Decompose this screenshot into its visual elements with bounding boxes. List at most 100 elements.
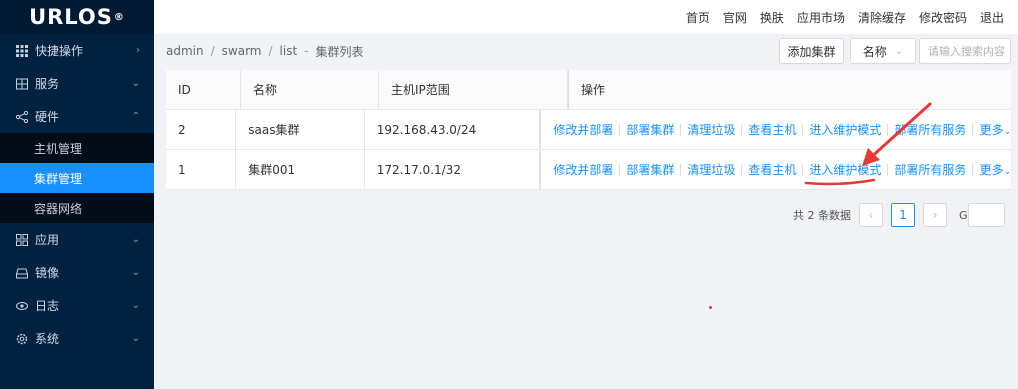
sidebar-item-cluster-management[interactable]: 集群管理 bbox=[0, 163, 154, 193]
chevron-down-icon: ⌄ bbox=[131, 78, 140, 89]
share-icon bbox=[15, 110, 29, 124]
next-page-button[interactable]: › bbox=[923, 203, 947, 227]
row-actions: 修改并部署 部署集群 清理垃圾 查看主机 进入维护模式 部署所有服务 更多⌄ bbox=[540, 110, 1011, 149]
chevron-left-icon: ‹ bbox=[868, 208, 874, 222]
sub-item-label: 容器网络 bbox=[34, 201, 83, 216]
sidebar-item-label: 系统 bbox=[35, 332, 60, 346]
breadcrumb-item: list bbox=[279, 44, 298, 58]
table-row: 2 saas集群 192.168.43.0/24 修改并部署 部署集群 清理垃圾… bbox=[166, 110, 1011, 150]
sidebar-item-quick[interactable]: 快捷操作 › bbox=[0, 34, 154, 67]
maintenance-mode-link[interactable]: 进入维护模式 bbox=[809, 161, 881, 178]
more-label: 更多 bbox=[979, 123, 1004, 137]
divider bbox=[619, 123, 621, 136]
clean-garbage-link[interactable]: 清理垃圾 bbox=[687, 161, 735, 178]
breadcrumb-item[interactable]: swarm bbox=[222, 44, 262, 58]
drive-icon bbox=[15, 266, 29, 280]
chevron-down-icon: ⌄ bbox=[131, 234, 140, 245]
chevron-down-icon: ⌄ bbox=[1003, 127, 1011, 137]
cell-id: 2 bbox=[166, 110, 237, 149]
sidebar-item-container-network[interactable]: 容器网络 bbox=[0, 193, 154, 223]
chevron-down-icon: ⌄ bbox=[1003, 167, 1011, 177]
sidebar-item-apps[interactable]: 应用 ⌄ bbox=[0, 223, 154, 256]
edit-deploy-link[interactable]: 修改并部署 bbox=[553, 161, 613, 178]
pagination: 共 2 条数据 ‹ 1 › Goto bbox=[793, 203, 985, 227]
sidebar: URLOS ® 快捷操作 › 服务 ⌄ 硬件 ⌃ 主机管理 集群管理 容器网络 应… bbox=[0, 0, 154, 389]
deploy-cluster-link[interactable]: 部署集群 bbox=[626, 121, 674, 138]
sidebar-item-label: 日志 bbox=[35, 299, 60, 313]
breadcrumb-separator: / bbox=[210, 44, 215, 58]
nav-link-skin[interactable]: 换肤 bbox=[760, 9, 784, 26]
deploy-all-services-link[interactable]: 部署所有服务 bbox=[894, 121, 966, 138]
more-label: 更多 bbox=[979, 163, 1004, 177]
view-hosts-link[interactable]: 查看主机 bbox=[748, 121, 796, 138]
cell-id: 1 bbox=[166, 150, 237, 189]
table-row: 1 集群001 172.17.0.1/32 修改并部署 部署集群 清理垃圾 查看… bbox=[166, 150, 1011, 190]
search-input[interactable] bbox=[919, 38, 1011, 64]
logo-text: URLOS bbox=[29, 5, 113, 29]
breadcrumb-dash: - bbox=[304, 44, 309, 58]
nav-link-official-site[interactable]: 官网 bbox=[723, 9, 747, 26]
chevron-up-icon: ⌃ bbox=[131, 111, 140, 122]
divider bbox=[802, 123, 804, 136]
nav-link-app-market[interactable]: 应用市场 bbox=[797, 9, 845, 26]
sidebar-item-label: 镜像 bbox=[35, 266, 60, 280]
total-count: 共 2 条数据 bbox=[793, 209, 851, 222]
column-header-ip-range: 主机IP范围 bbox=[379, 70, 568, 109]
divider bbox=[802, 163, 804, 176]
divider bbox=[972, 163, 974, 176]
sidebar-item-host-management[interactable]: 主机管理 bbox=[0, 133, 154, 163]
sidebar-item-images[interactable]: 镜像 ⌄ bbox=[0, 256, 154, 289]
add-cluster-label: 添加集群 bbox=[787, 44, 836, 59]
divider bbox=[680, 163, 682, 176]
search-field-select[interactable]: 名称 ⌄ bbox=[850, 38, 916, 64]
chevron-down-icon: ⌄ bbox=[894, 45, 904, 57]
cell-ip-range: 172.17.0.1/32 bbox=[365, 150, 541, 189]
divider bbox=[972, 123, 974, 136]
deploy-cluster-link[interactable]: 部署集群 bbox=[626, 161, 674, 178]
more-link[interactable]: 更多⌄ bbox=[979, 161, 1011, 178]
sidebar-item-label: 快捷操作 bbox=[35, 44, 84, 58]
apps-icon bbox=[15, 233, 29, 247]
sidebar-item-logs[interactable]: 日志 ⌄ bbox=[0, 289, 154, 322]
more-link[interactable]: 更多⌄ bbox=[979, 121, 1011, 138]
nav-link-clear-cache[interactable]: 清除缓存 bbox=[858, 9, 906, 26]
maintenance-mode-link[interactable]: 进入维护模式 bbox=[809, 121, 881, 138]
sidebar-item-hardware[interactable]: 硬件 ⌃ bbox=[0, 100, 154, 133]
page-button-current[interactable]: 1 bbox=[891, 203, 915, 227]
sidebar-item-system[interactable]: 系统 ⌄ bbox=[0, 322, 154, 355]
nav-link-logout[interactable]: 退出 bbox=[980, 9, 1004, 26]
page-title: 集群列表 bbox=[315, 44, 364, 59]
add-cluster-button[interactable]: 添加集群 bbox=[779, 38, 844, 64]
deploy-all-services-link[interactable]: 部署所有服务 bbox=[894, 161, 966, 178]
edit-deploy-link[interactable]: 修改并部署 bbox=[553, 121, 613, 138]
nav-link-change-password[interactable]: 修改密码 bbox=[919, 9, 967, 26]
chevron-down-icon: ⌄ bbox=[131, 300, 140, 311]
settings-icon bbox=[15, 332, 29, 346]
nav-link-home[interactable]: 首页 bbox=[686, 9, 710, 26]
logo[interactable]: URLOS ® bbox=[0, 0, 154, 34]
view-hosts-link[interactable]: 查看主机 bbox=[748, 161, 796, 178]
divider bbox=[887, 123, 889, 136]
eye-icon bbox=[15, 299, 29, 313]
sub-item-label: 主机管理 bbox=[34, 141, 83, 156]
top-nav: 首页 官网 换肤 应用市场 清除缓存 修改密码 退出 bbox=[154, 0, 1018, 34]
breadcrumb-separator: / bbox=[268, 44, 273, 58]
divider bbox=[741, 123, 743, 136]
sidebar-item-label: 服务 bbox=[35, 77, 60, 91]
sidebar-item-label: 硬件 bbox=[35, 110, 60, 124]
cell-name: 集群001 bbox=[236, 150, 365, 189]
goto-page-input[interactable] bbox=[968, 203, 1005, 227]
annotation-dot bbox=[709, 306, 712, 309]
logo-mark: ® bbox=[113, 11, 125, 23]
chevron-down-icon: ⌄ bbox=[131, 267, 140, 278]
breadcrumb-item[interactable]: admin bbox=[166, 44, 204, 58]
cluster-table: ID 名称 主机IP范围 操作 2 saas集群 192.168.43.0/24… bbox=[166, 70, 1011, 190]
cell-name: saas集群 bbox=[236, 110, 365, 149]
prev-page-button[interactable]: ‹ bbox=[859, 203, 883, 227]
clean-garbage-link[interactable]: 清理垃圾 bbox=[687, 121, 735, 138]
chevron-down-icon: ⌄ bbox=[131, 333, 140, 344]
table-header: ID 名称 主机IP范围 操作 bbox=[166, 70, 1011, 110]
sidebar-item-service[interactable]: 服务 ⌄ bbox=[0, 67, 154, 100]
divider bbox=[887, 163, 889, 176]
row-actions: 修改并部署 部署集群 清理垃圾 查看主机 进入维护模式 部署所有服务 更多⌄ bbox=[540, 150, 1011, 189]
